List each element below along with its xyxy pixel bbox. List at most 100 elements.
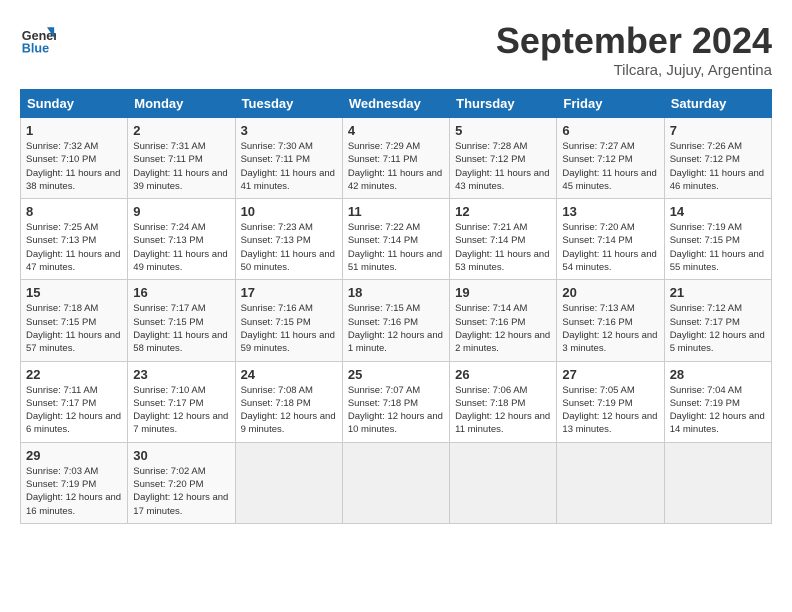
day-number: 10	[241, 204, 337, 219]
day-number: 6	[562, 123, 658, 138]
day-number: 12	[455, 204, 551, 219]
page-header: General Blue September 2024 Tilcara, Juj…	[20, 20, 772, 79]
day-number: 22	[26, 367, 122, 382]
svg-text:Blue: Blue	[22, 41, 49, 55]
col-tuesday: Tuesday	[235, 90, 342, 118]
day-info: Sunrise: 7:32 AMSunset: 7:10 PMDaylight:…	[26, 140, 122, 193]
day-info: Sunrise: 7:28 AMSunset: 7:12 PMDaylight:…	[455, 140, 551, 193]
day-number: 11	[348, 204, 444, 219]
calendar-cell: 3Sunrise: 7:30 AMSunset: 7:11 PMDaylight…	[235, 118, 342, 199]
calendar-cell: 9Sunrise: 7:24 AMSunset: 7:13 PMDaylight…	[128, 199, 235, 280]
calendar-cell	[342, 442, 449, 523]
calendar-cell: 25 Sunrise: 7:07 AMSunset: 7:18 PMDayligh…	[342, 361, 449, 442]
calendar-cell: 22 Sunrise: 7:11 AMSunset: 7:17 PMDayligh…	[21, 361, 128, 442]
day-number: 25	[348, 367, 444, 382]
calendar-cell: 16 Sunrise: 7:17 AMSunset: 7:15 PMDayligh…	[128, 280, 235, 361]
calendar-header-row: Sunday Monday Tuesday Wednesday Thursday…	[21, 90, 772, 118]
day-number: 13	[562, 204, 658, 219]
calendar-cell: 29 Sunrise: 7:03 AMSunset: 7:19 PMDayligh…	[21, 442, 128, 523]
calendar-week-row: 29 Sunrise: 7:03 AMSunset: 7:19 PMDayligh…	[21, 442, 772, 523]
calendar-cell: 23Sunrise: 7:10 AMSunset: 7:17 PMDayligh…	[128, 361, 235, 442]
calendar-cell	[664, 442, 771, 523]
day-info: Sunrise: 7:05 AMSunset: 7:19 PMDaylight:…	[562, 384, 658, 437]
calendar-cell: 4 Sunrise: 7:29 AMSunset: 7:11 PMDaylight…	[342, 118, 449, 199]
calendar-cell: 8Sunrise: 7:25 AMSunset: 7:13 PMDaylight…	[21, 199, 128, 280]
day-number: 15	[26, 285, 122, 300]
calendar-cell: 24Sunrise: 7:08 AMSunset: 7:18 PMDayligh…	[235, 361, 342, 442]
day-number: 26	[455, 367, 551, 382]
title-block: September 2024 Tilcara, Jujuy, Argentina	[496, 20, 772, 79]
day-number: 20	[562, 285, 658, 300]
day-number: 1	[26, 123, 122, 138]
day-number: 30	[133, 448, 229, 463]
col-thursday: Thursday	[450, 90, 557, 118]
calendar-cell: 6 Sunrise: 7:27 AMSunset: 7:12 PMDaylight…	[557, 118, 664, 199]
day-info: Sunrise: 7:27 AMSunset: 7:12 PMDaylight:…	[562, 140, 658, 193]
calendar-cell	[450, 442, 557, 523]
day-number: 24	[241, 367, 337, 382]
calendar-cell: 28 Sunrise: 7:04 AMSunset: 7:19 PMDayligh…	[664, 361, 771, 442]
day-number: 2	[133, 123, 229, 138]
day-number: 29	[26, 448, 122, 463]
logo-icon: General Blue	[20, 20, 56, 56]
calendar-cell: 10 Sunrise: 7:23 AMSunset: 7:13 PMDayligh…	[235, 199, 342, 280]
calendar-cell	[235, 442, 342, 523]
location-subtitle: Tilcara, Jujuy, Argentina	[496, 62, 772, 79]
calendar-cell: 27Sunrise: 7:05 AMSunset: 7:19 PMDayligh…	[557, 361, 664, 442]
calendar-cell	[557, 442, 664, 523]
col-wednesday: Wednesday	[342, 90, 449, 118]
day-info: Sunrise: 7:21 AMSunset: 7:14 PMDaylight:…	[455, 221, 551, 274]
day-info: Sunrise: 7:16 AMSunset: 7:15 PMDaylight:…	[241, 302, 337, 355]
calendar-cell: 19 Sunrise: 7:14 AMSunset: 7:16 PMDayligh…	[450, 280, 557, 361]
calendar-cell: 7Sunrise: 7:26 AMSunset: 7:12 PMDaylight…	[664, 118, 771, 199]
day-number: 19	[455, 285, 551, 300]
day-info: Sunrise: 7:22 AMSunset: 7:14 PMDaylight:…	[348, 221, 444, 274]
day-info: Sunrise: 7:14 AMSunset: 7:16 PMDaylight:…	[455, 302, 551, 355]
day-info: Sunrise: 7:19 AMSunset: 7:15 PMDaylight:…	[670, 221, 766, 274]
day-info: Sunrise: 7:03 AMSunset: 7:19 PMDaylight:…	[26, 465, 122, 518]
day-number: 28	[670, 367, 766, 382]
day-info: Sunrise: 7:11 AMSunset: 7:17 PMDaylight:…	[26, 384, 122, 437]
day-number: 18	[348, 285, 444, 300]
day-info: Sunrise: 7:17 AMSunset: 7:15 PMDaylight:…	[133, 302, 229, 355]
calendar-week-row: 8Sunrise: 7:25 AMSunset: 7:13 PMDaylight…	[21, 199, 772, 280]
calendar-cell: 15Sunrise: 7:18 AMSunset: 7:15 PMDayligh…	[21, 280, 128, 361]
logo: General Blue	[20, 20, 56, 56]
calendar-week-row: 22 Sunrise: 7:11 AMSunset: 7:17 PMDayligh…	[21, 361, 772, 442]
calendar-cell: 18 Sunrise: 7:15 AMSunset: 7:16 PMDayligh…	[342, 280, 449, 361]
day-number: 16	[133, 285, 229, 300]
day-info: Sunrise: 7:06 AMSunset: 7:18 PMDaylight:…	[455, 384, 551, 437]
day-info: Sunrise: 7:07 AMSunset: 7:18 PMDaylight:…	[348, 384, 444, 437]
calendar-cell: 14 Sunrise: 7:19 AMSunset: 7:15 PMDayligh…	[664, 199, 771, 280]
day-number: 5	[455, 123, 551, 138]
calendar-week-row: 15Sunrise: 7:18 AMSunset: 7:15 PMDayligh…	[21, 280, 772, 361]
day-number: 17	[241, 285, 337, 300]
day-info: Sunrise: 7:26 AMSunset: 7:12 PMDaylight:…	[670, 140, 766, 193]
calendar-table: Sunday Monday Tuesday Wednesday Thursday…	[20, 89, 772, 524]
month-title: September 2024	[496, 20, 772, 62]
day-number: 21	[670, 285, 766, 300]
day-info: Sunrise: 7:04 AMSunset: 7:19 PMDaylight:…	[670, 384, 766, 437]
day-number: 4	[348, 123, 444, 138]
day-info: Sunrise: 7:29 AMSunset: 7:11 PMDaylight:…	[348, 140, 444, 193]
day-info: Sunrise: 7:13 AMSunset: 7:16 PMDaylight:…	[562, 302, 658, 355]
day-number: 14	[670, 204, 766, 219]
day-number: 9	[133, 204, 229, 219]
calendar-cell: 1 Sunrise: 7:32 AMSunset: 7:10 PMDaylight…	[21, 118, 128, 199]
calendar-cell: 11 Sunrise: 7:22 AMSunset: 7:14 PMDayligh…	[342, 199, 449, 280]
calendar-week-row: 1 Sunrise: 7:32 AMSunset: 7:10 PMDaylight…	[21, 118, 772, 199]
calendar-cell: 21 Sunrise: 7:12 AMSunset: 7:17 PMDayligh…	[664, 280, 771, 361]
calendar-cell: 17 Sunrise: 7:16 AMSunset: 7:15 PMDayligh…	[235, 280, 342, 361]
day-info: Sunrise: 7:23 AMSunset: 7:13 PMDaylight:…	[241, 221, 337, 274]
col-saturday: Saturday	[664, 90, 771, 118]
day-info: Sunrise: 7:15 AMSunset: 7:16 PMDaylight:…	[348, 302, 444, 355]
calendar-cell: 2Sunrise: 7:31 AMSunset: 7:11 PMDaylight…	[128, 118, 235, 199]
calendar-cell: 30Sunrise: 7:02 AMSunset: 7:20 PMDayligh…	[128, 442, 235, 523]
day-info: Sunrise: 7:25 AMSunset: 7:13 PMDaylight:…	[26, 221, 122, 274]
calendar-cell: 13Sunrise: 7:20 AMSunset: 7:14 PMDayligh…	[557, 199, 664, 280]
calendar-cell: 26 Sunrise: 7:06 AMSunset: 7:18 PMDayligh…	[450, 361, 557, 442]
day-info: Sunrise: 7:12 AMSunset: 7:17 PMDaylight:…	[670, 302, 766, 355]
calendar-cell: 5 Sunrise: 7:28 AMSunset: 7:12 PMDaylight…	[450, 118, 557, 199]
calendar-cell: 12 Sunrise: 7:21 AMSunset: 7:14 PMDayligh…	[450, 199, 557, 280]
day-number: 3	[241, 123, 337, 138]
